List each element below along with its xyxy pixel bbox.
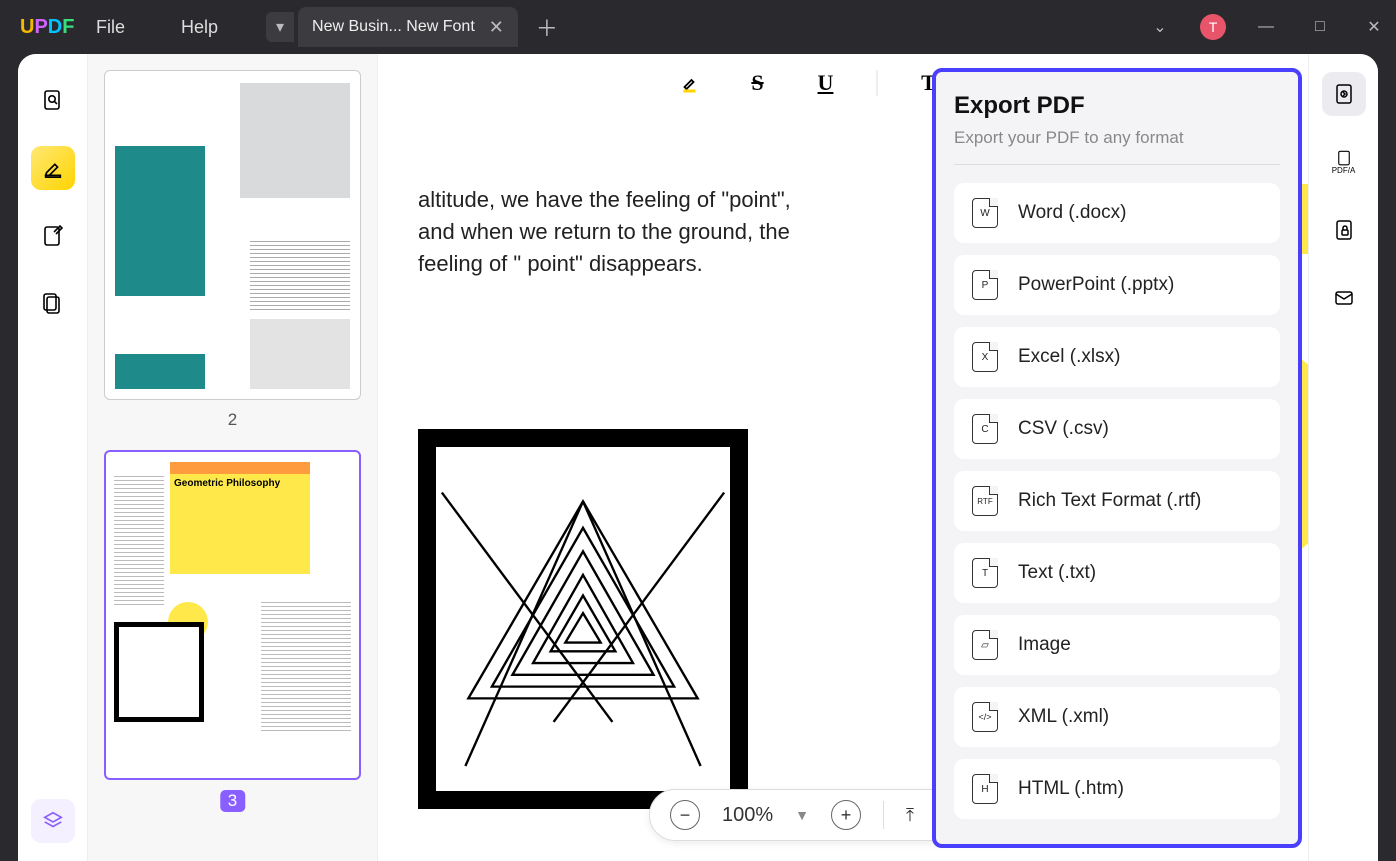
export-option-xml[interactable]: </>XML (.xml) [954, 687, 1280, 747]
protect-pdf-icon[interactable] [1322, 208, 1366, 252]
titlebar-right: ⌄ T — □ ✕ [1146, 14, 1388, 40]
document-tab[interactable]: New Busin... New Font ✕ [298, 7, 518, 47]
left-tool-rail [18, 54, 88, 861]
thumbnail-label-3: 3 [220, 790, 245, 812]
underline-icon[interactable]: U [809, 66, 843, 100]
thumbnail-panel[interactable]: 2 Geometric Philosophy 3 [88, 54, 378, 861]
tab-region: ▾ New Busin... New Font ✕ ＋ [266, 7, 576, 47]
workspace: 2 Geometric Philosophy 3 S U T T altitud… [18, 54, 1378, 861]
window-maximize-button[interactable]: □ [1306, 18, 1334, 36]
export-option-image[interactable]: ▱Image [954, 615, 1280, 675]
export-option-html[interactable]: HHTML (.htm) [954, 759, 1280, 819]
excel-file-icon: X [972, 342, 998, 372]
export-panel-title: Export PDF [954, 92, 1280, 120]
zoom-dropdown-icon[interactable]: ▼ [795, 807, 809, 823]
document-paragraph: altitude, we have the feeling of "point"… [418, 184, 798, 280]
export-panel-subtitle: Export your PDF to any format [954, 128, 1280, 148]
export-pdf-icon[interactable] [1322, 72, 1366, 116]
export-option-text[interactable]: TText (.txt) [954, 543, 1280, 603]
strikethrough-icon[interactable]: S [741, 66, 775, 100]
word-file-icon: W [972, 198, 998, 228]
export-option-excel[interactable]: XExcel (.xlsx) [954, 327, 1280, 387]
zoom-in-button[interactable]: + [831, 800, 861, 830]
export-option-word[interactable]: WWord (.docx) [954, 183, 1280, 243]
email-pdf-icon[interactable] [1322, 276, 1366, 320]
tab-title: New Busin... New Font [312, 18, 475, 36]
highlighter-icon[interactable] [673, 66, 707, 100]
titlebar: UPDF File Help ▾ New Busin... New Font ✕… [0, 0, 1396, 54]
zoom-separator [883, 801, 884, 829]
csv-file-icon: C [972, 414, 998, 444]
search-tool-icon[interactable] [31, 78, 75, 122]
highlight-tool-icon[interactable] [31, 146, 75, 190]
menu-file[interactable]: File [68, 17, 153, 38]
image-file-icon: ▱ [972, 630, 998, 660]
app-logo: UPDF [8, 16, 68, 39]
tab-list-dropdown[interactable]: ▾ [266, 12, 294, 42]
rtf-file-icon: RTF [972, 486, 998, 516]
chevron-down-icon[interactable]: ⌄ [1146, 17, 1174, 37]
thumbnail-page-3[interactable]: Geometric Philosophy [104, 450, 361, 780]
xml-file-icon: </> [972, 702, 998, 732]
ppt-file-icon: P [972, 270, 998, 300]
pdfa-icon[interactable]: PDF/A [1322, 140, 1366, 184]
document-image-frame [418, 429, 748, 809]
export-pdf-panel: Export PDF Export your PDF to any format… [932, 68, 1302, 848]
export-option-powerpoint[interactable]: PPowerPoint (.pptx) [954, 255, 1280, 315]
user-avatar[interactable]: T [1200, 14, 1226, 40]
pages-tool-icon[interactable] [31, 282, 75, 326]
export-panel-divider [954, 164, 1280, 165]
window-close-button[interactable]: ✕ [1360, 17, 1388, 37]
thumbnail-page-2[interactable] [104, 70, 361, 400]
thumbnail-label-2: 2 [104, 410, 361, 430]
menu-help[interactable]: Help [153, 17, 246, 38]
window-minimize-button[interactable]: — [1252, 18, 1280, 36]
tab-close-icon[interactable]: ✕ [489, 17, 504, 38]
export-option-csv[interactable]: CCSV (.csv) [954, 399, 1280, 459]
txt-file-icon: T [972, 558, 998, 588]
export-option-rtf[interactable]: RTFRich Text Format (.rtf) [954, 471, 1280, 531]
zoom-out-button[interactable]: − [670, 800, 700, 830]
right-tool-rail: PDF/A [1308, 54, 1378, 861]
html-file-icon: H [972, 774, 998, 804]
zoom-level: 100% [722, 804, 773, 827]
edit-tool-icon[interactable] [31, 214, 75, 258]
first-page-icon[interactable]: ⤒ [906, 805, 914, 826]
toolbar-separator [877, 70, 878, 96]
layers-icon[interactable] [31, 799, 75, 843]
new-tab-button[interactable]: ＋ [518, 11, 576, 43]
